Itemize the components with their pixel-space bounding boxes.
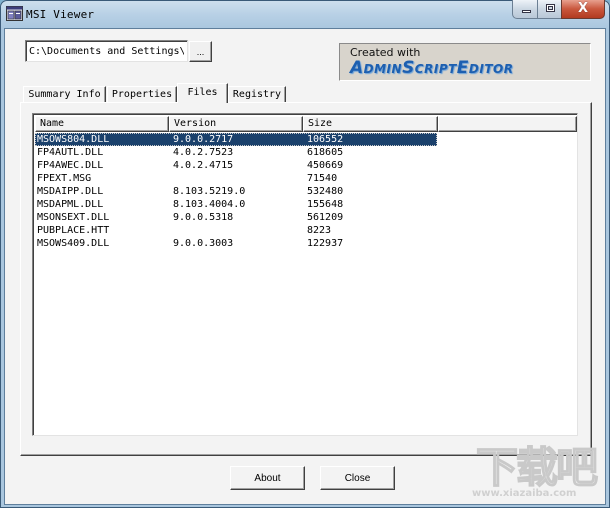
cell-size: 532480 [307, 186, 344, 197]
cell-size: 618605 [307, 147, 344, 158]
close-icon: X [577, 1, 589, 16]
cell-version: 8.103.5219.0 [173, 186, 246, 197]
cell-size: 71540 [307, 173, 338, 184]
column-header-version[interactable]: Version [169, 116, 303, 132]
caption-buttons: X [512, 0, 605, 20]
cell-name: FPEXT.MSG [37, 173, 92, 184]
cell-name: FP4AWEC.DLL [37, 160, 104, 171]
files-list[interactable]: Name Version Size MSOWS804.DLL 9.0.0.2717… [32, 113, 578, 436]
tab-summary-info[interactable]: Summary Info [23, 86, 106, 102]
cell-name: MSDAIPP.DLL [37, 186, 104, 197]
cell-name: MSDAPML.DLL [37, 199, 104, 210]
column-header-name[interactable]: Name [35, 116, 169, 132]
cell-size: 122937 [307, 238, 344, 249]
cell-version: 4.0.2.7523 [173, 147, 234, 158]
cell-name: MSOWS409.DLL [37, 238, 110, 249]
maximize-icon [546, 4, 555, 12]
files-list-rows: MSOWS804.DLL 9.0.0.2717 106552 FP4AUTL.DLL 4… [35, 133, 577, 250]
logo-product-name: AdminScriptEditor [350, 58, 514, 78]
msi-viewer-window: MSI Viewer X ... Created with AdminScrip… [0, 0, 610, 508]
maximize-button[interactable] [537, 0, 562, 19]
cell-name: MSONSEXT.DLL [37, 212, 110, 223]
msi-viewer-app-icon [6, 6, 23, 21]
cell-name: FP4AUTL.DLL [37, 147, 104, 158]
files-list-header: Name Version Size [35, 116, 577, 132]
file-row[interactable]: FP4AUTL.DLL 4.0.2.7523 618605 [35, 146, 577, 159]
admin-script-editor-logo: Created with AdminScriptEditor [339, 43, 591, 81]
files-tab-panel: Name Version Size MSOWS804.DLL 9.0.0.2717… [20, 102, 592, 456]
cell-size: 106552 [307, 134, 344, 145]
cell-name: PUBPLACE.HTT [37, 225, 110, 236]
dialog-client-area: ... Created with AdminScriptEditor Summa… [4, 28, 606, 505]
close-button[interactable]: Close [320, 466, 395, 490]
file-row[interactable]: MSDAIPP.DLL 8.103.5219.0 532480 [35, 185, 577, 198]
file-row[interactable]: MSDAPML.DLL 8.103.4004.0 155648 [35, 198, 577, 211]
cell-version: 9.0.0.3003 [173, 238, 234, 249]
cell-version: 8.103.4004.0 [173, 199, 246, 210]
column-header-size[interactable]: Size [303, 116, 438, 132]
tab-registry[interactable]: Registry [228, 86, 286, 102]
column-header-filler [438, 116, 577, 132]
cell-size: 561209 [307, 212, 344, 223]
file-row[interactable]: FP4AWEC.DLL 4.0.2.4715 450669 [35, 159, 577, 172]
file-row[interactable]: MSOWS409.DLL 9.0.0.3003 122937 [35, 237, 577, 250]
cell-version: 9.0.0.5318 [173, 212, 234, 223]
tab-files[interactable]: Files [177, 83, 228, 103]
about-button[interactable]: About [230, 466, 305, 490]
browse-button[interactable]: ... [189, 41, 212, 62]
tab-strip: Summary Info Properties Files Registry [21, 83, 321, 104]
cell-size: 450669 [307, 160, 344, 171]
cell-name: MSOWS804.DLL [37, 134, 110, 145]
file-row[interactable]: MSOWS804.DLL 9.0.0.2717 106552 [35, 133, 577, 146]
close-window-button[interactable]: X [561, 0, 605, 19]
title-bar[interactable]: MSI Viewer X [0, 0, 610, 28]
file-row[interactable]: MSONSEXT.DLL 9.0.0.5318 561209 [35, 211, 577, 224]
cell-size: 8223 [307, 225, 332, 236]
tab-properties[interactable]: Properties [107, 86, 177, 102]
cell-version: 9.0.0.2717 [173, 134, 234, 145]
minimize-button[interactable] [512, 0, 538, 19]
file-row[interactable]: PUBPLACE.HTT 8223 [35, 224, 577, 237]
cell-size: 155648 [307, 199, 344, 210]
cell-version: 4.0.2.4715 [173, 160, 234, 171]
msi-path-input[interactable] [25, 40, 188, 62]
window-title: MSI Viewer [26, 8, 95, 21]
minimize-icon [522, 10, 531, 13]
file-row[interactable]: FPEXT.MSG 71540 [35, 172, 577, 185]
